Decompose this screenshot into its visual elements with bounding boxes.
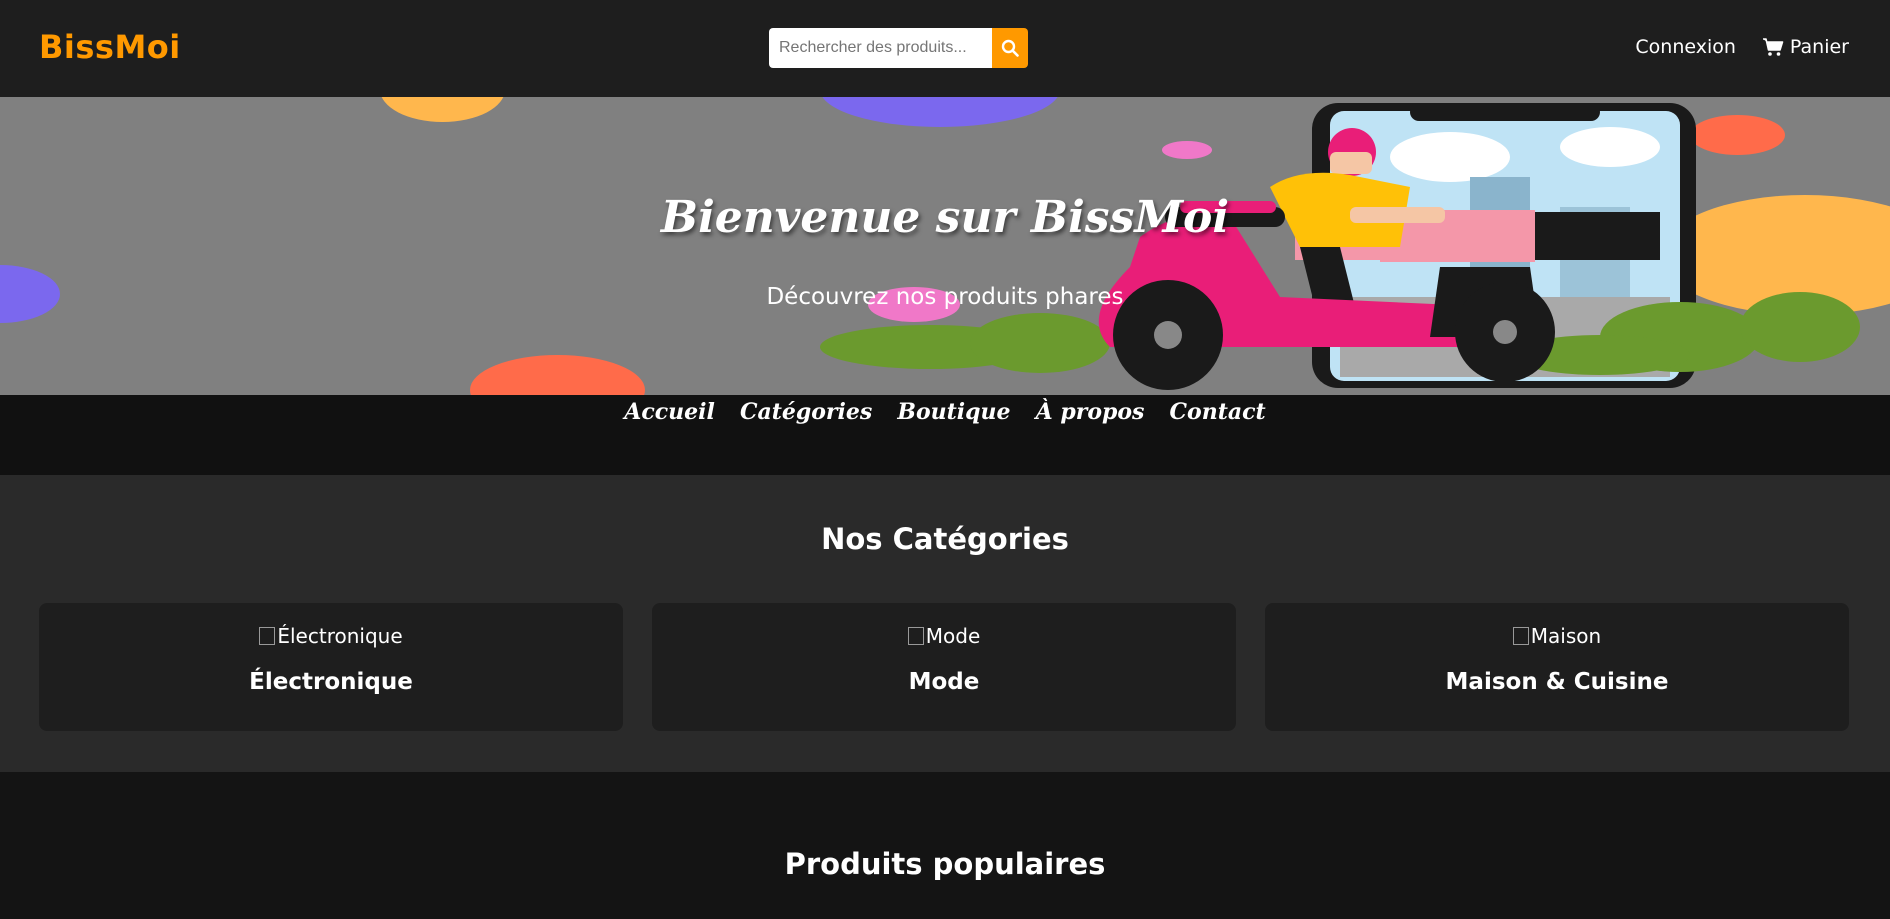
nav-home[interactable]: Accueil bbox=[624, 399, 715, 425]
login-link[interactable]: Connexion bbox=[1635, 36, 1736, 58]
broken-image-icon bbox=[259, 627, 276, 645]
broken-image-icon bbox=[907, 627, 924, 645]
category-name: Mode bbox=[908, 669, 980, 695]
site-header: BissMoi Connexion Panier bbox=[0, 0, 1890, 97]
header-actions: Connexion Panier bbox=[1635, 36, 1849, 58]
category-image-alt: Maison bbox=[1530, 624, 1602, 648]
search-bar bbox=[769, 28, 1028, 68]
cart-icon bbox=[1762, 38, 1784, 56]
category-name: Électronique bbox=[249, 669, 413, 695]
category-image-broken: Électronique bbox=[259, 624, 403, 648]
broken-image-icon bbox=[1512, 627, 1529, 645]
category-image-alt: Électronique bbox=[277, 624, 403, 648]
search-button[interactable] bbox=[992, 28, 1028, 68]
decor-blob bbox=[380, 97, 505, 122]
category-name: Maison & Cuisine bbox=[1445, 669, 1669, 695]
delivery-scooter-illustration bbox=[820, 103, 1860, 390]
hero-banner: Bienvenue sur BissMoi Découvrez nos prod… bbox=[0, 97, 1890, 395]
hero-title: Bienvenue sur BissMoi bbox=[660, 192, 1230, 243]
cart-label: Panier bbox=[1789, 36, 1849, 58]
popular-products-section: Produits populaires bbox=[0, 772, 1890, 919]
search-input[interactable] bbox=[769, 28, 992, 68]
category-card-home-kitchen[interactable]: Maison Maison & Cuisine bbox=[1265, 603, 1849, 731]
popular-products-title: Produits populaires bbox=[784, 847, 1106, 881]
nav-about[interactable]: À propos bbox=[1036, 399, 1145, 425]
category-card-electronics[interactable]: Électronique Électronique bbox=[39, 603, 623, 731]
search-icon bbox=[1001, 39, 1019, 57]
nav-categories[interactable]: Catégories bbox=[740, 399, 872, 425]
categories-title: Nos Catégories bbox=[821, 522, 1069, 556]
decor-blob bbox=[470, 355, 645, 395]
site-logo[interactable]: BissMoi bbox=[39, 28, 181, 66]
category-image-broken: Mode bbox=[907, 624, 981, 648]
nav-contact[interactable]: Contact bbox=[1170, 399, 1266, 425]
hero-subtitle: Découvrez nos produits phares bbox=[766, 284, 1124, 310]
category-card-fashion[interactable]: Mode Mode bbox=[652, 603, 1236, 731]
cart-link[interactable]: Panier bbox=[1762, 36, 1849, 58]
nav-shop[interactable]: Boutique bbox=[897, 399, 1010, 425]
category-image-alt: Mode bbox=[925, 624, 981, 648]
main-navigation: Accueil Catégories Boutique À propos Con… bbox=[0, 395, 1890, 475]
categories-section: Nos Catégories Électronique Électronique… bbox=[0, 475, 1890, 772]
category-image-broken: Maison bbox=[1512, 624, 1602, 648]
